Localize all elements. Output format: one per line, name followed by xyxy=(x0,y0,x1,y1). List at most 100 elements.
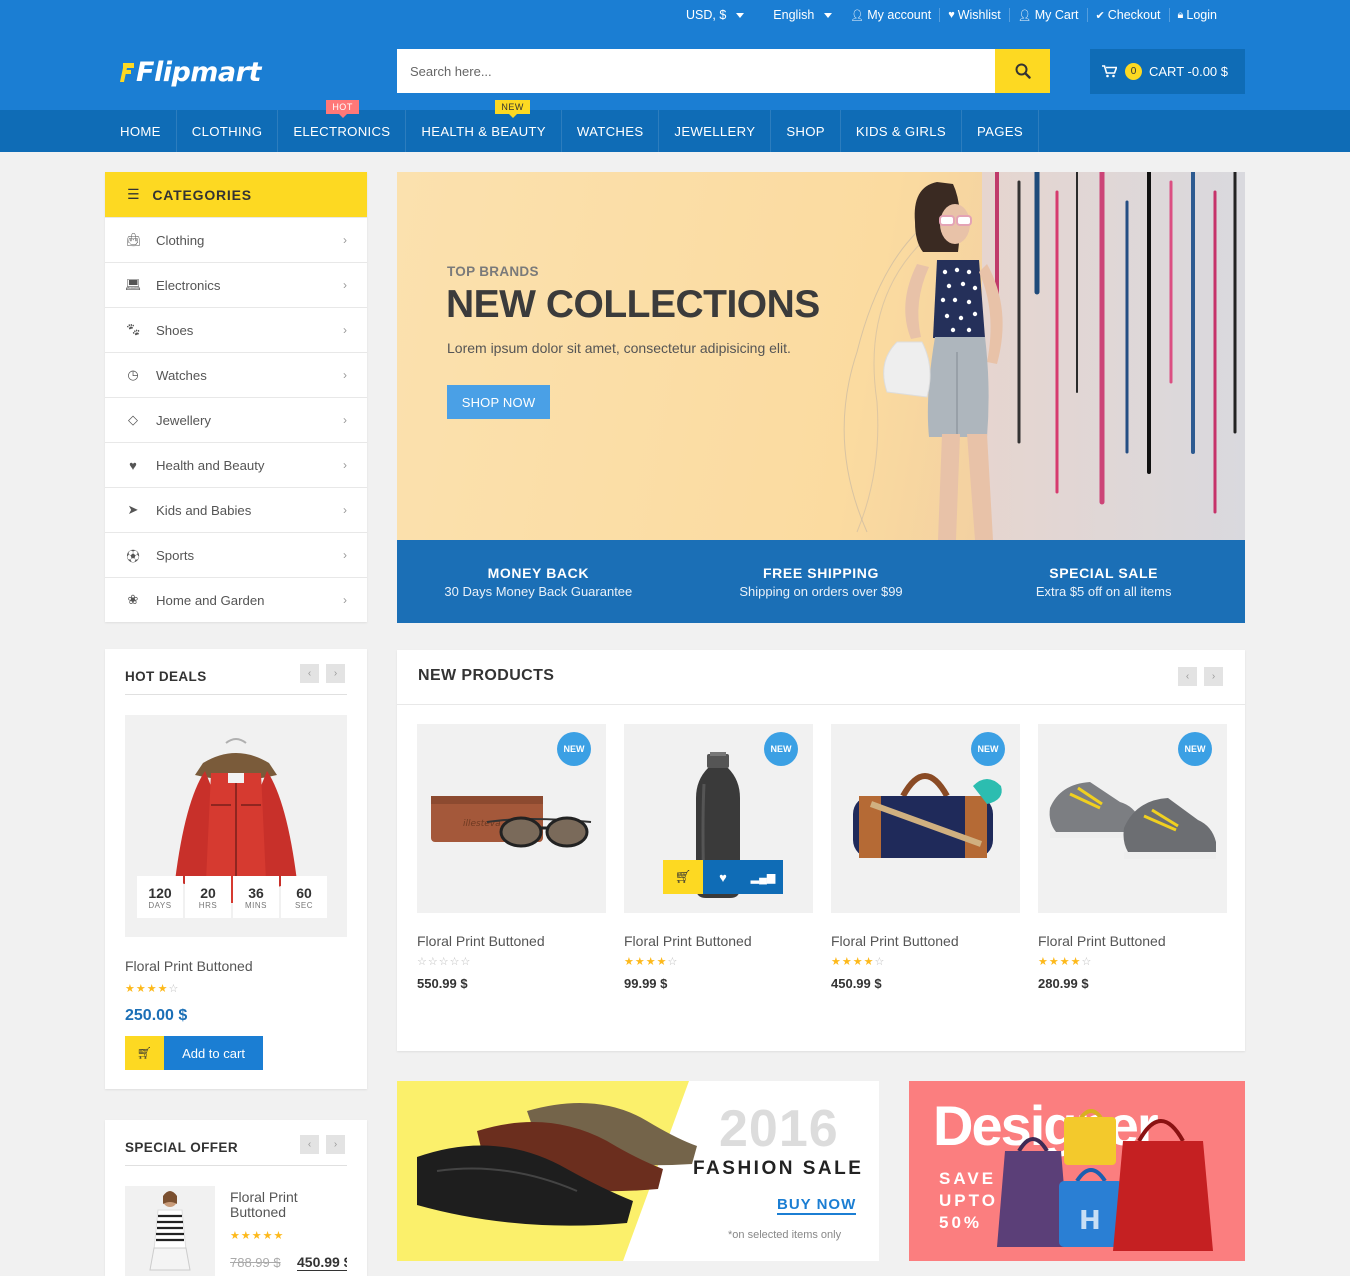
product-image[interactable]: illesteva NEW xyxy=(417,724,606,913)
language-select[interactable]: English xyxy=(773,8,833,22)
wishlist-link[interactable]: ♥ Wishlist xyxy=(939,8,1009,22)
nav-label: WATCHES xyxy=(576,123,644,139)
nav-item-jewellery[interactable]: JEWELLERY xyxy=(659,110,772,152)
hot-deal-product-name[interactable]: Floral Print Buttoned xyxy=(125,958,253,974)
product-name[interactable]: Floral Print Buttoned xyxy=(417,933,606,949)
chevron-down-icon xyxy=(824,12,833,18)
nav-label: SHOP xyxy=(786,123,825,139)
product-image[interactable]: NEW xyxy=(831,724,1020,913)
fashion-year: 2016 xyxy=(719,1100,839,1158)
special-offer-image[interactable] xyxy=(125,1186,215,1276)
product-image[interactable]: NEW 🛒︎ ♥ ▂▄▆ xyxy=(624,724,813,913)
list-icon: ☰ xyxy=(127,186,141,202)
currency-select[interactable]: USD, $ xyxy=(686,8,745,22)
product-price: 550.99 $ xyxy=(417,976,468,991)
link-label: Checkout xyxy=(1107,8,1161,22)
nav-item-kids-girls[interactable]: KIDS & GIRLS xyxy=(841,110,962,152)
designer-banner[interactable]: Designer H SAVE UPTO 50% xyxy=(909,1081,1245,1261)
category-item-jewellery[interactable]: ◇ Jewellery › xyxy=(105,397,367,442)
logo-text: Flipmart xyxy=(136,56,261,88)
checkout-link[interactable]: ✔ Checkout xyxy=(1086,8,1169,22)
special-offer-product-name[interactable]: Floral Print Buttoned xyxy=(230,1190,320,1220)
laptop-icon: 💻︎ xyxy=(125,277,142,292)
search-input[interactable] xyxy=(397,49,995,93)
new-badge: NEW xyxy=(971,732,1005,766)
nav-item-health-beauty[interactable]: NEW HEALTH & BEAUTY xyxy=(406,100,562,152)
nav-item-shop[interactable]: SHOP xyxy=(771,110,841,152)
product-name[interactable]: Floral Print Buttoned xyxy=(831,933,1020,949)
paw-icon: 🐾︎ xyxy=(125,322,142,337)
category-label: Watches xyxy=(156,367,207,383)
my-account-link[interactable]: 👤︎ My account xyxy=(842,8,939,22)
nav-item-home[interactable]: HOME xyxy=(105,110,177,152)
chevron-right-icon: › xyxy=(343,458,347,472)
add-to-cart-button[interactable]: 🛒︎ Add to cart xyxy=(125,1036,263,1070)
product-card[interactable]: illesteva NEW Floral Print Buttoned ☆☆☆☆… xyxy=(417,724,606,991)
wishlist-heart-button[interactable]: ♥ xyxy=(703,860,743,894)
language-value: English xyxy=(773,8,815,22)
category-item-kids-babies[interactable]: ➤ Kids and Babies › xyxy=(105,487,367,532)
nav-item-watches[interactable]: WATCHES xyxy=(562,110,660,152)
next-arrow-button[interactable]: › xyxy=(326,664,345,683)
category-label: Clothing xyxy=(156,232,205,248)
category-item-electronics[interactable]: 💻︎ Electronics › xyxy=(105,262,367,307)
divider xyxy=(125,694,347,695)
new-badge: NEW xyxy=(1178,732,1212,766)
category-item-sports[interactable]: ⚽︎ Sports › xyxy=(105,532,367,577)
nav-item-pages[interactable]: PAGES xyxy=(962,110,1039,152)
search-button[interactable] xyxy=(995,49,1050,93)
nav-label: HEALTH & BEAUTY xyxy=(421,123,546,139)
product-card[interactable]: NEW Floral Print Buttoned ★★★★☆ 450.99 $ xyxy=(831,724,1020,991)
hero-art xyxy=(843,172,1245,540)
category-label: Electronics xyxy=(156,277,221,293)
cart-count-badge: 0 xyxy=(1125,63,1142,80)
category-label: Kids and Babies xyxy=(156,502,252,518)
cart-button[interactable]: 0 CART -0.00 $ xyxy=(1090,49,1245,94)
info-money-back: MONEY BACK 30 Days Money Back Guarantee xyxy=(397,540,680,623)
shop-now-button[interactable]: SHOP NOW xyxy=(447,385,550,419)
fashion-sale-banner[interactable]: 2016 FASHION SALE BUY NOW *on selected i… xyxy=(397,1081,879,1261)
nav-item-clothing[interactable]: CLOTHING xyxy=(177,110,279,152)
info-text: Extra $5 off on all items xyxy=(1035,583,1172,599)
new-products-section: NEW PRODUCTS ‹ › illesteva NEW Floral Pr… xyxy=(397,650,1245,1051)
chevron-right-icon: › xyxy=(343,503,347,517)
nav-item-electronics[interactable]: HOT ELECTRONICS xyxy=(278,100,407,152)
product-name[interactable]: Floral Print Buttoned xyxy=(1038,933,1227,949)
category-item-shoes[interactable]: 🐾︎ Shoes › xyxy=(105,307,367,352)
product-name[interactable]: Floral Print Buttoned xyxy=(624,933,813,949)
hero-eyebrow: TOP BRANDS xyxy=(447,264,539,279)
nav-label: CLOTHING xyxy=(191,123,263,139)
product-card[interactable]: NEW 🛒︎ ♥ ▂▄▆ Floral Print Buttoned ★★★★☆… xyxy=(624,724,813,991)
chevron-right-icon: › xyxy=(343,413,347,427)
compare-signal-button[interactable]: ▂▄▆ xyxy=(743,860,783,894)
chevron-right-icon: › xyxy=(343,233,347,247)
hot-deals-title: HOT DEALS xyxy=(125,669,207,684)
category-item-home-garden[interactable]: ❀ Home and Garden › xyxy=(105,577,367,622)
category-item-clothing[interactable]: 👜︎ Clothing › xyxy=(105,217,367,262)
currency-value: USD, $ xyxy=(686,8,727,22)
site-logo[interactable]: Flipmart xyxy=(119,52,261,92)
category-item-watches[interactable]: ◷ Watches › xyxy=(105,352,367,397)
product-card[interactable]: NEW Floral Print Buttoned ★★★★☆ 280.99 $ xyxy=(1038,724,1227,991)
designer-line1: SAVE xyxy=(939,1169,997,1188)
my-cart-link[interactable]: 👤︎ My Cart xyxy=(1008,8,1087,22)
divider xyxy=(125,1165,347,1166)
add-to-cart-icon-button[interactable]: 🛒︎ xyxy=(663,860,703,894)
nav-label: HOME xyxy=(120,123,161,139)
add-to-cart-label: Add to cart xyxy=(164,1036,263,1070)
next-arrow-button[interactable]: › xyxy=(326,1135,345,1154)
login-link[interactable]: 🔒︎ Login xyxy=(1168,8,1225,22)
next-arrow-button[interactable]: › xyxy=(1204,667,1223,686)
hero-banner: TOP BRANDS NEW COLLECTIONS Lorem ipsum d… xyxy=(397,172,1245,540)
prev-arrow-button[interactable]: ‹ xyxy=(300,1135,319,1154)
heartbeat-icon: ♥ xyxy=(129,457,137,473)
svg-text:H: H xyxy=(1079,1206,1101,1236)
category-label: Sports xyxy=(156,547,195,563)
prev-arrow-button[interactable]: ‹ xyxy=(1178,667,1197,686)
product-image[interactable]: NEW xyxy=(1038,724,1227,913)
info-title: MONEY BACK xyxy=(487,564,590,581)
special-offer-price: 450.99 $ xyxy=(297,1254,347,1271)
category-item-health-beauty[interactable]: ♥ Health and Beauty › xyxy=(105,442,367,487)
buy-now-link[interactable]: BUY NOW xyxy=(777,1196,857,1215)
prev-arrow-button[interactable]: ‹ xyxy=(300,664,319,683)
